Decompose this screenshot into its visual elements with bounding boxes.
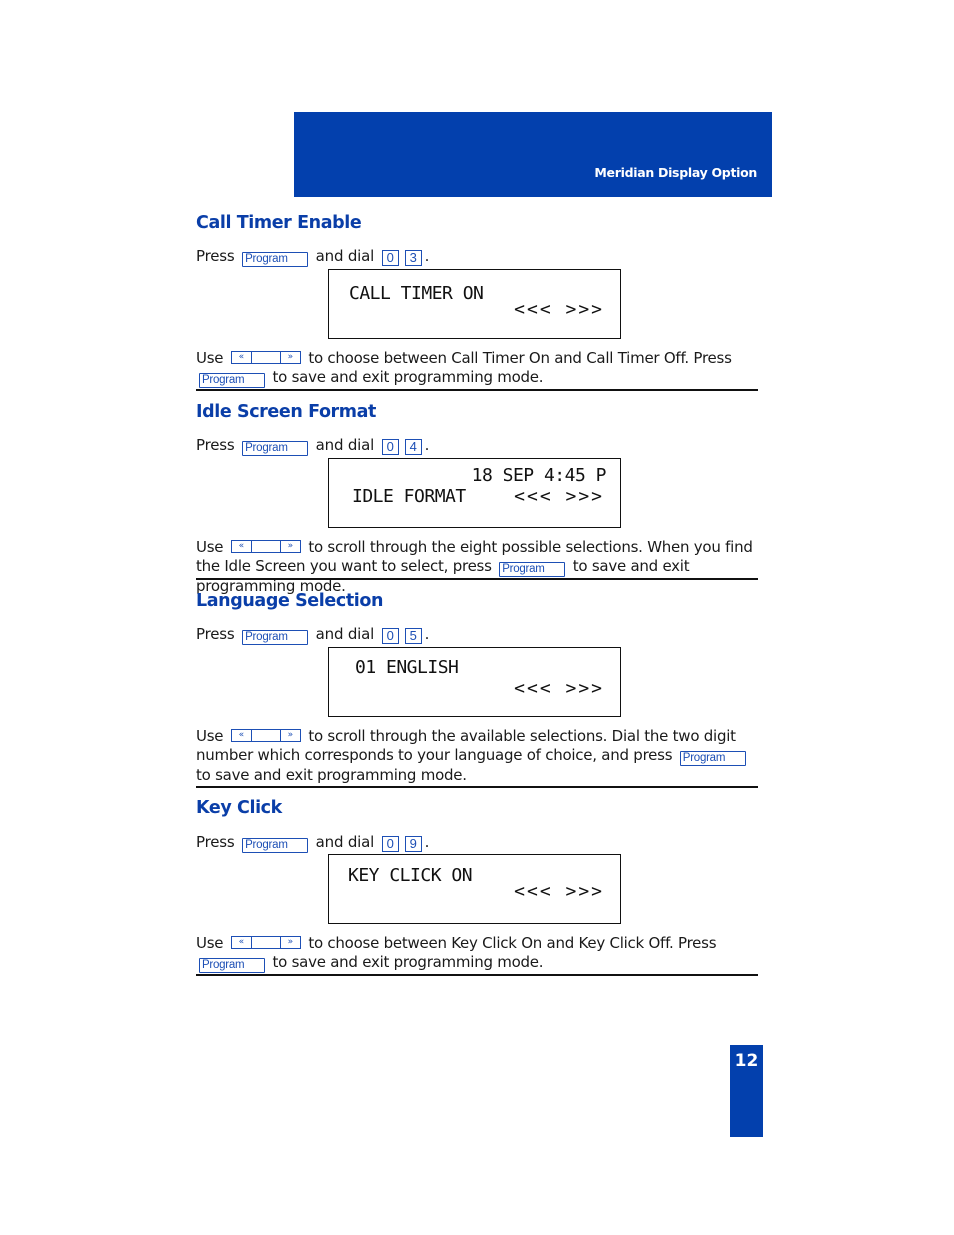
period: . bbox=[424, 833, 430, 851]
desc-after: to save and exit programming mode. bbox=[196, 765, 467, 784]
lcd-scroll-arrows: <<< >>> bbox=[514, 486, 604, 507]
instruction-text: Use «» to choose between Call Timer On a… bbox=[196, 349, 758, 388]
desc-before: to choose between Call Timer On and Call… bbox=[308, 349, 732, 367]
press-text: Press bbox=[196, 436, 235, 454]
dial-key[interactable]: 3 bbox=[404, 250, 422, 266]
program-key[interactable]: Program bbox=[242, 441, 309, 456]
program-key[interactable]: Program bbox=[242, 252, 309, 267]
section-divider bbox=[196, 974, 758, 976]
dial-key[interactable]: 9 bbox=[404, 836, 422, 852]
scroll-left-icon[interactable]: « bbox=[232, 730, 252, 741]
scroll-left-icon[interactable]: « bbox=[232, 541, 252, 552]
press-instruction: Press Program and dial 09. bbox=[196, 833, 429, 853]
program-key[interactable]: Program bbox=[199, 957, 265, 973]
use-text: Use bbox=[196, 538, 224, 556]
press-text: Press bbox=[196, 625, 235, 643]
and-dial-text: and dial bbox=[315, 833, 375, 851]
lcd-display: 01 ENGLISH <<< >>> bbox=[328, 647, 621, 717]
instruction-text: Use «» to scroll through the available s… bbox=[196, 727, 758, 784]
dial-key[interactable]: 0 bbox=[381, 836, 399, 852]
header-title: Meridian Display Option bbox=[594, 165, 757, 180]
dial-key[interactable]: 0 bbox=[381, 250, 399, 266]
press-instruction: Press Program and dial 03. bbox=[196, 247, 429, 267]
scroll-keys[interactable]: «» bbox=[230, 936, 301, 949]
press-instruction: Press Program and dial 05. bbox=[196, 625, 429, 645]
section-title: Call Timer Enable bbox=[196, 213, 362, 233]
scroll-keys[interactable]: «» bbox=[230, 540, 301, 553]
desc-after: to save and exit programming mode. bbox=[272, 367, 544, 386]
dial-key[interactable]: 0 bbox=[381, 439, 399, 455]
lcd-line-1: KEY CLICK ON bbox=[348, 865, 473, 886]
and-dial-text: and dial bbox=[315, 625, 375, 643]
use-text: Use bbox=[196, 727, 224, 745]
section-divider bbox=[196, 389, 758, 391]
period: . bbox=[424, 247, 430, 265]
section-title: Key Click bbox=[196, 798, 282, 818]
use-text: Use bbox=[196, 934, 224, 952]
lcd-display: 18 SEP 4:45 P IDLE FORMAT <<< >>> bbox=[328, 458, 621, 528]
lcd-scroll-arrows: <<< >>> bbox=[514, 678, 604, 699]
dial-key[interactable]: 5 bbox=[404, 628, 422, 644]
lcd-line-1: 01 ENGLISH bbox=[355, 657, 459, 678]
lcd-line-1: 18 SEP 4:45 P bbox=[471, 465, 607, 486]
lcd-line-2: IDLE FORMAT bbox=[352, 486, 466, 507]
scroll-right-icon[interactable]: » bbox=[279, 352, 300, 363]
press-instruction: Press Program and dial 04. bbox=[196, 436, 429, 456]
header-band: Meridian Display Option bbox=[294, 112, 772, 197]
scroll-right-icon[interactable]: » bbox=[279, 937, 300, 948]
scroll-left-icon[interactable]: « bbox=[232, 937, 252, 948]
section-title: Language Selection bbox=[196, 591, 384, 611]
lcd-display: CALL TIMER ON <<< >>> bbox=[328, 269, 621, 339]
section-title: Idle Screen Format bbox=[196, 402, 377, 422]
lcd-scroll-arrows: <<< >>> bbox=[514, 881, 604, 902]
program-key[interactable]: Program bbox=[679, 750, 746, 766]
section-divider bbox=[196, 578, 758, 580]
scroll-left-icon[interactable]: « bbox=[232, 352, 252, 363]
press-text: Press bbox=[196, 247, 235, 265]
press-text: Press bbox=[196, 833, 235, 851]
period: . bbox=[424, 625, 430, 643]
program-key[interactable]: Program bbox=[242, 838, 309, 853]
scroll-right-icon[interactable]: » bbox=[279, 541, 300, 552]
period: . bbox=[424, 436, 430, 454]
and-dial-text: and dial bbox=[315, 247, 375, 265]
lcd-display: KEY CLICK ON <<< >>> bbox=[328, 854, 621, 924]
page-number-tab: 12 bbox=[730, 1045, 763, 1137]
scroll-keys[interactable]: «» bbox=[230, 351, 301, 364]
instruction-text: Use «» to choose between Key Click On an… bbox=[196, 934, 758, 973]
page-number: 12 bbox=[734, 1051, 759, 1071]
and-dial-text: and dial bbox=[315, 436, 375, 454]
scroll-keys[interactable]: «» bbox=[230, 729, 301, 742]
program-key[interactable]: Program bbox=[199, 372, 265, 388]
use-text: Use bbox=[196, 349, 224, 367]
program-key[interactable]: Program bbox=[242, 630, 309, 645]
section-divider bbox=[196, 786, 758, 788]
dial-key[interactable]: 0 bbox=[381, 628, 399, 644]
instruction-text: Use «» to scroll through the eight possi… bbox=[196, 538, 758, 595]
lcd-scroll-arrows: <<< >>> bbox=[514, 299, 604, 320]
desc-after: to save and exit programming mode. bbox=[272, 952, 544, 971]
program-key[interactable]: Program bbox=[499, 561, 566, 577]
scroll-right-icon[interactable]: » bbox=[279, 730, 300, 741]
desc-before: to choose between Key Click On and Key C… bbox=[308, 934, 717, 952]
lcd-line-1: CALL TIMER ON bbox=[349, 283, 484, 304]
dial-key[interactable]: 4 bbox=[404, 439, 422, 455]
